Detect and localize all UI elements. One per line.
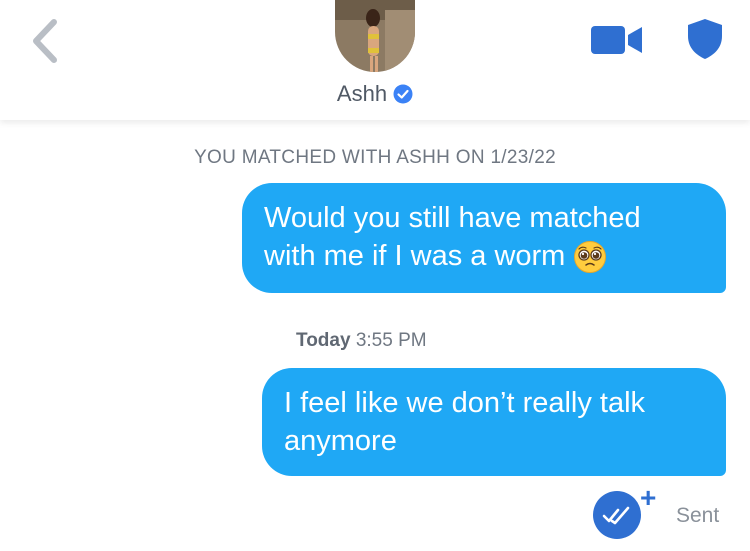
pleading-face-emoji-icon [574,241,607,274]
verified-badge-icon [393,84,413,104]
message-text-line: I feel like we don’t really talk [284,387,646,419]
message-status: Sent [676,504,720,527]
shield-icon [688,19,722,59]
profile-photo [335,0,415,72]
read-receipt-plus[interactable]: + [640,484,656,512]
match-name-row[interactable]: Ashh [0,80,750,107]
match-notice: YOU MATCHED WITH ASHH ON 1/23/22 [194,147,556,168]
chevron-left-icon [33,19,57,63]
read-receipt-button[interactable] [592,490,642,540]
video-call-button[interactable] [591,24,643,56]
message-bubble[interactable]: I feel like we don’t really talk anymore [262,368,726,476]
match-name: Ashh [336,81,388,107]
message-text: with me if I was a worm [264,240,566,272]
message-text-line: Would you still have matched [264,202,641,234]
back-button[interactable] [26,16,66,66]
message-bubble[interactable]: Would you still have matched with me if … [242,183,726,293]
video-camera-icon [591,26,642,54]
avatar[interactable] [335,0,415,72]
message-timestamp: Today 3:55 PM [296,330,427,352]
double-check-icon [593,491,641,539]
message-text-line: with me if I was a worm [264,237,704,275]
safety-toolkit-button[interactable] [686,18,724,60]
chat-header: Ashh [0,0,750,120]
timestamp-time: 3:55 PM [355,330,427,351]
message-text-line: anymore [284,425,397,457]
timestamp-day: Today [296,330,351,351]
